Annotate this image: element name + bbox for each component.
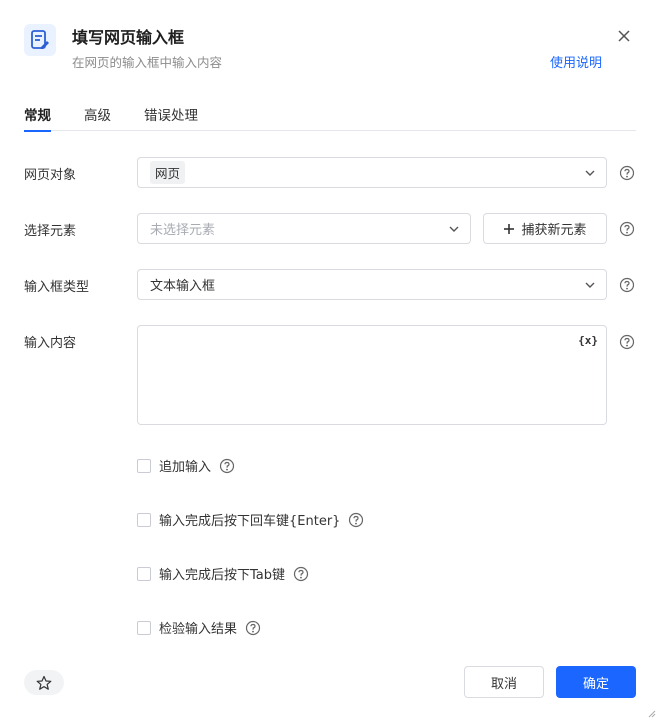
help-circle-icon[interactable] xyxy=(348,512,364,528)
close-button[interactable] xyxy=(614,26,634,46)
help-link[interactable]: 使用说明 xyxy=(550,52,602,71)
append-input-checkbox[interactable] xyxy=(137,458,151,473)
tab-error-handling[interactable]: 错误处理 xyxy=(144,104,198,124)
input-content-textarea[interactable]: {x} xyxy=(137,325,607,425)
web-object-value: 网页 xyxy=(150,161,186,184)
option-label: 检验输入结果 xyxy=(159,622,238,637)
cancel-button[interactable]: 取消 xyxy=(464,666,544,698)
insert-variable-button[interactable]: {x} xyxy=(578,334,598,347)
chevron-down-icon xyxy=(585,282,595,288)
help-circle-icon[interactable] xyxy=(245,620,261,636)
edit-document-icon xyxy=(24,24,56,56)
tab-general[interactable]: 常规 xyxy=(24,104,51,132)
verify-input-checkbox[interactable] xyxy=(137,620,151,635)
help-circle-icon[interactable] xyxy=(619,334,635,350)
press-enter-checkbox[interactable] xyxy=(137,512,151,527)
help-circle-icon[interactable] xyxy=(619,221,635,237)
tab-advanced[interactable]: 高级 xyxy=(84,104,111,124)
star-icon xyxy=(36,675,52,690)
option-label: 输入完成后按下Tab键 xyxy=(159,568,286,583)
press-tab-checkbox[interactable] xyxy=(137,566,151,581)
input-type-label: 输入框类型 xyxy=(24,280,90,295)
option-label: 输入完成后按下回车键{Enter} xyxy=(159,514,341,529)
capture-element-label: 捕获新元素 xyxy=(521,223,587,238)
dialog-title: 填写网页输入框 xyxy=(72,28,185,47)
select-element-select[interactable]: 未选择元素 xyxy=(137,213,471,244)
help-circle-icon[interactable] xyxy=(219,458,235,474)
web-object-select[interactable]: 网页 xyxy=(137,157,607,188)
input-content-label: 输入内容 xyxy=(24,336,77,351)
close-icon xyxy=(618,30,630,42)
help-circle-icon[interactable] xyxy=(293,566,309,582)
chevron-down-icon xyxy=(585,170,595,176)
dialog: 填写网页输入框 在网页的输入框中输入内容 使用说明 常规 高级 错误处理 网页对… xyxy=(0,0,660,722)
select-element-label: 选择元素 xyxy=(24,224,77,239)
confirm-button[interactable]: 确定 xyxy=(556,666,636,698)
resize-grip-icon[interactable] xyxy=(646,708,656,718)
chevron-down-icon xyxy=(449,226,459,232)
favorite-button[interactable] xyxy=(24,670,64,695)
option-label: 追加输入 xyxy=(159,460,212,475)
option-press-enter: 输入完成后按下回车键{Enter} xyxy=(137,510,364,529)
help-circle-icon[interactable] xyxy=(619,277,635,293)
option-verify-input: 检验输入结果 xyxy=(137,618,261,637)
option-press-tab: 输入完成后按下Tab键 xyxy=(137,564,309,583)
capture-element-button[interactable]: 捕获新元素 xyxy=(483,213,607,244)
tab-bar: 常规 高级 错误处理 xyxy=(24,104,636,132)
dialog-subtitle: 在网页的输入框中输入内容 xyxy=(72,55,223,70)
input-type-select[interactable]: 文本输入框 xyxy=(137,269,607,300)
option-append-input: 追加输入 xyxy=(137,456,235,475)
input-type-value: 文本输入框 xyxy=(150,279,216,294)
help-circle-icon[interactable] xyxy=(619,165,635,181)
plus-icon xyxy=(504,223,515,234)
select-element-placeholder: 未选择元素 xyxy=(150,223,216,238)
web-object-label: 网页对象 xyxy=(24,168,77,183)
